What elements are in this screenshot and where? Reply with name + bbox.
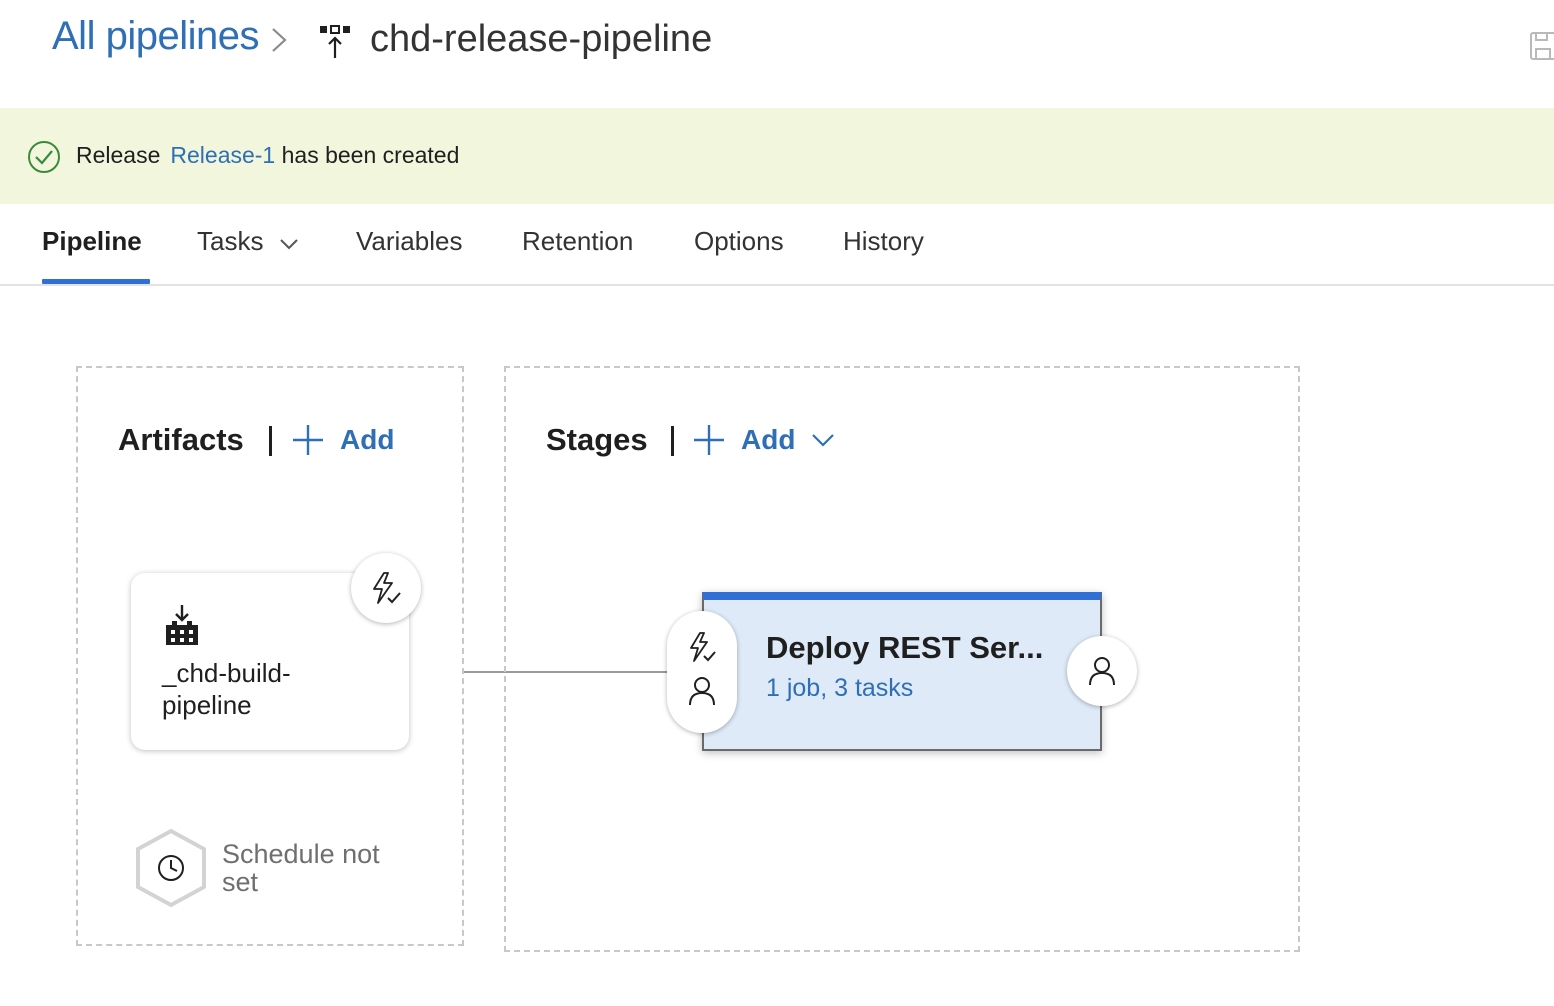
tab-pipeline[interactable]: Pipeline [42, 226, 142, 257]
stage-card[interactable] [702, 592, 1102, 751]
schedule-status[interactable]: Schedule not set [222, 840, 382, 896]
chevron-down-icon[interactable] [810, 431, 836, 449]
page-header: All pipelines chd-release-pipeline [0, 0, 1554, 108]
tab-variables[interactable]: Variables [356, 226, 462, 257]
release-link[interactable]: Release-1 [170, 142, 275, 168]
success-check-icon [28, 141, 60, 173]
release-pipeline-icon [320, 25, 350, 58]
chevron-down-icon[interactable] [278, 236, 300, 252]
tab-tasks[interactable]: Tasks [197, 226, 263, 257]
pipeline-title[interactable]: chd-release-pipeline [370, 18, 712, 61]
lightning-trigger-icon [690, 632, 716, 662]
breadcrumb-all-pipelines[interactable]: All pipelines [52, 14, 259, 59]
stages-heading: Stages [546, 422, 648, 457]
add-stage-plus-icon[interactable] [692, 423, 726, 457]
save-icon[interactable] [1528, 30, 1554, 62]
banner-suffix: has been created [281, 142, 460, 168]
stages-divider [671, 426, 674, 456]
build-artifact-icon [166, 605, 198, 645]
pre-approver-icon [689, 677, 715, 706]
stage-name: Deploy REST Ser... [766, 630, 1044, 665]
schedule-trigger-button[interactable] [134, 828, 208, 908]
post-deployment-conditions-button[interactable] [1067, 636, 1137, 706]
tab-options[interactable]: Options [694, 226, 784, 257]
artifact-trigger-button[interactable] [351, 553, 421, 623]
banner-message: Release Release-1 has been created [76, 142, 459, 169]
add-stage-button[interactable]: Add [741, 424, 795, 456]
stage-summary-link[interactable]: 1 job, 3 tasks [766, 674, 913, 703]
banner-prefix: Release [76, 142, 161, 168]
tab-retention[interactable]: Retention [522, 226, 633, 257]
chevron-right-icon [272, 28, 287, 52]
add-artifact-plus-icon[interactable] [291, 423, 325, 457]
tab-history[interactable]: History [843, 226, 924, 257]
active-tab-indicator [42, 279, 150, 284]
artifacts-heading: Artifacts [118, 422, 244, 457]
post-approver-icon [1089, 657, 1115, 686]
artifacts-divider [269, 426, 272, 456]
continuous-deployment-trigger-icon [373, 572, 401, 604]
artifact-name: _chd-build-pipeline [162, 658, 291, 720]
add-artifact-button[interactable]: Add [340, 424, 394, 456]
release-pipeline-editor: All pipelines chd-release-pipeline Relea… [0, 0, 1554, 1006]
pre-deployment-conditions-button[interactable] [667, 611, 737, 733]
